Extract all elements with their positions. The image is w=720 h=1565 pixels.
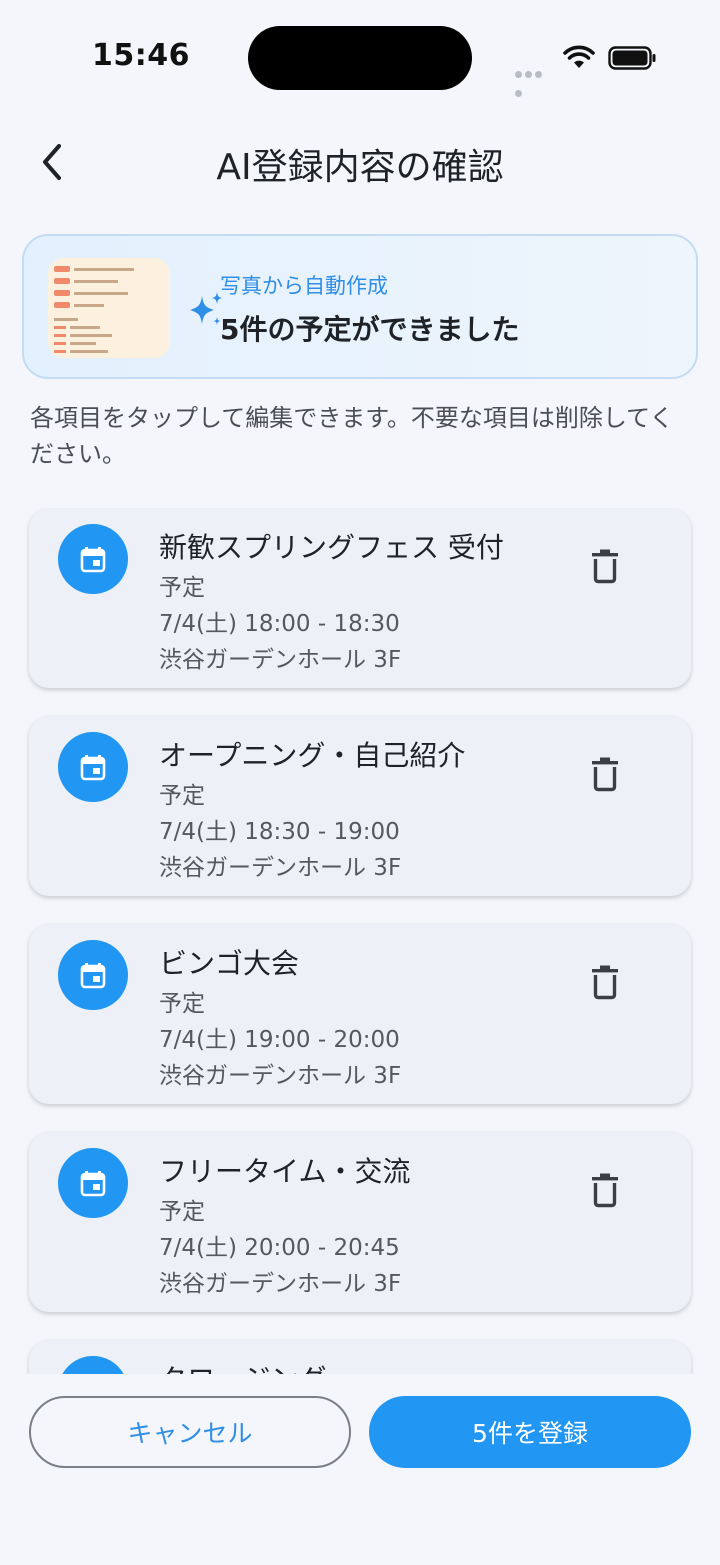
event-card[interactable]: オープニング・自己紹介 予定 7/4(土) 18:30 - 19:00 渋谷ガー… xyxy=(29,716,691,896)
event-list: 新歓スプリングフェス 受付 予定 7/4(土) 18:00 - 18:30 渋谷… xyxy=(0,508,720,1374)
instructions-text: 各項目をタップして編集できます。不要な項目は削除してください。 xyxy=(30,404,674,468)
delete-event-button[interactable] xyxy=(581,1166,629,1214)
event-icon xyxy=(58,1148,128,1218)
banner-title: 5件の予定ができました xyxy=(220,313,520,346)
calendar-icon xyxy=(80,1171,106,1197)
event-card[interactable]: 新歓スプリングフェス 受付 予定 7/4(土) 18:00 - 18:30 渋谷… xyxy=(29,508,691,688)
event-type: 予定 xyxy=(159,575,205,601)
event-title: ビンゴ大会 xyxy=(159,947,300,980)
event-icon xyxy=(58,1356,128,1374)
event-place: 渋谷ガーデンホール 3F xyxy=(159,855,402,881)
event-card[interactable]: クロージング 予定 xyxy=(29,1340,691,1374)
event-card[interactable]: ビンゴ大会 予定 7/4(土) 19:00 - 20:00 渋谷ガーデンホール … xyxy=(29,924,691,1104)
delete-event-button[interactable] xyxy=(581,542,629,590)
calendar-icon xyxy=(80,755,106,781)
trash-icon xyxy=(592,965,618,1000)
event-icon xyxy=(58,732,128,802)
event-time: 7/4(土) 18:30 - 19:00 xyxy=(159,819,400,845)
battery-icon xyxy=(608,46,656,70)
bottom-action-bar: キャンセル 5件を登録 xyxy=(0,1374,720,1565)
event-type: 予定 xyxy=(159,783,205,809)
event-place: 渋谷ガーデンホール 3F xyxy=(159,1271,402,1297)
signal-dots-icon xyxy=(515,63,553,97)
source-photo-thumbnail xyxy=(48,258,170,358)
wifi-icon xyxy=(563,45,595,68)
event-type: 予定 xyxy=(159,1199,205,1225)
event-time: 7/4(土) 20:00 - 20:45 xyxy=(159,1235,400,1261)
banner-subtitle: 写真から自動作成 xyxy=(220,274,388,298)
page-title: AI登録内容の確認 xyxy=(216,147,504,188)
delete-event-button[interactable] xyxy=(581,750,629,798)
cancel-button[interactable]: キャンセル xyxy=(29,1396,351,1468)
status-time: 15:46 xyxy=(92,38,190,73)
event-icon xyxy=(58,524,128,594)
trash-icon xyxy=(592,549,618,584)
event-card[interactable]: フリータイム・交流 予定 7/4(土) 20:00 - 20:45 渋谷ガーデン… xyxy=(29,1132,691,1312)
screen: 15:46 AI登録内容の確認 写真から自動作成 5件の予定ができました 各項目… xyxy=(0,0,720,1565)
nav-bar: AI登録内容の確認 xyxy=(0,120,720,204)
event-icon xyxy=(58,940,128,1010)
calendar-icon xyxy=(80,547,106,573)
event-place: 渋谷ガーデンホール 3F xyxy=(159,647,402,673)
event-title: オープニング・自己紹介 xyxy=(159,739,466,772)
event-time: 7/4(土) 19:00 - 20:00 xyxy=(159,1027,400,1053)
event-place: 渋谷ガーデンホール 3F xyxy=(159,1063,402,1089)
ai-result-banner: 写真から自動作成 5件の予定ができました xyxy=(22,234,698,379)
trash-icon xyxy=(592,757,618,792)
event-type: 予定 xyxy=(159,991,205,1017)
delete-event-button[interactable] xyxy=(581,958,629,1006)
event-title: クロージング xyxy=(159,1358,326,1374)
trash-icon xyxy=(592,1173,618,1208)
status-bar: 15:46 xyxy=(0,0,720,110)
event-title: 新歓スプリングフェス 受付 xyxy=(159,531,504,564)
calendar-icon xyxy=(80,963,106,989)
register-button[interactable]: 5件を登録 xyxy=(369,1396,691,1468)
dynamic-island xyxy=(248,26,472,90)
event-time: 7/4(土) 18:00 - 18:30 xyxy=(159,611,400,637)
event-title: フリータイム・交流 xyxy=(159,1155,411,1188)
